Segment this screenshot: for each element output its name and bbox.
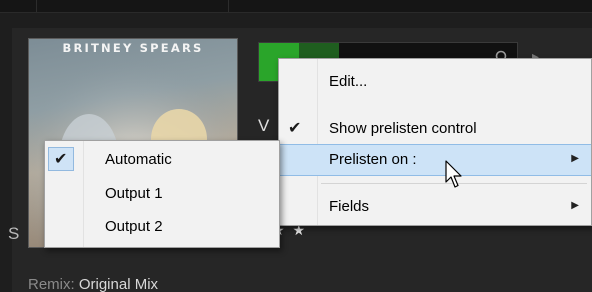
menu-item-edit[interactable]: Edit... (279, 66, 591, 98)
check-indicator: ✔ (282, 116, 308, 140)
menu-item-label: Prelisten on : (329, 151, 417, 168)
menu-item-label: Automatic (105, 151, 172, 168)
top-toolbar-strip (0, 0, 592, 13)
toolbar-divider (36, 0, 37, 12)
submenu-arrow-icon: ▶ (571, 200, 579, 211)
menu-item-label: Fields (329, 198, 370, 215)
menu-item-show-prelisten-control[interactable]: ✔ Show prelisten control (279, 113, 591, 145)
check-icon: ✔ (288, 120, 302, 137)
submenu-item-automatic[interactable]: ✔ Automatic (45, 144, 279, 176)
submenu-arrow-icon: ▶ (571, 153, 579, 164)
menu-item-label: Edit... (329, 73, 368, 90)
context-menu: Edit... ✔ Show prelisten control Prelist… (278, 58, 592, 226)
remix-field: Remix: Original Mix (28, 276, 158, 292)
check-icon: ✔ (54, 151, 68, 168)
left-column-partial: S (8, 224, 20, 243)
remix-label: Remix: (28, 276, 75, 292)
submenu-item-output-1[interactable]: Output 1 (45, 178, 279, 210)
app-window: BRITNEY SPEARS ▸ V S ★ ★ Remix: Original… (0, 0, 592, 292)
menu-item-label: Output 2 (105, 218, 163, 235)
submenu-item-output-2[interactable]: Output 2 (45, 211, 279, 243)
remix-value: Original Mix (78, 276, 159, 292)
menu-item-label: Show prelisten control (329, 120, 477, 137)
prelisten-submenu: ✔ Automatic Output 1 Output 2 (44, 140, 280, 248)
toolbar-divider (228, 0, 229, 12)
track-title-partial: V (258, 116, 270, 135)
check-indicator: ✔ (48, 147, 74, 171)
menu-item-fields[interactable]: Fields ▶ (279, 191, 591, 223)
mouse-cursor-icon (445, 160, 462, 188)
menu-item-prelisten-on[interactable]: Prelisten on : ▶ (279, 144, 591, 176)
menu-item-label: Output 1 (105, 185, 163, 202)
